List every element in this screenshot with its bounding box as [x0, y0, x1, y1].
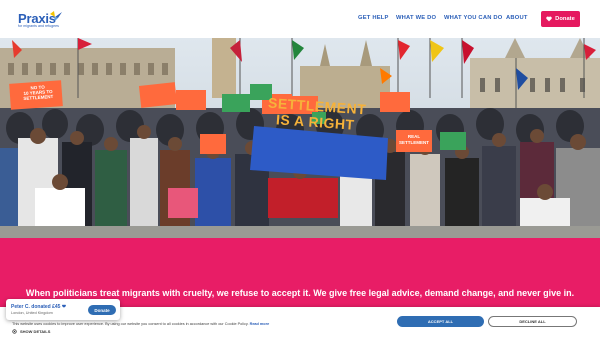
bird-logo-icon	[50, 11, 62, 21]
hero-photo-illustration	[0, 38, 600, 238]
praxis-logo[interactable]: Praxis for migrants and refugees	[18, 10, 62, 28]
cookie-message: This website uses cookies to improve use…	[12, 322, 249, 326]
heart-icon	[546, 16, 552, 22]
nav-about[interactable]: ABOUT	[506, 15, 528, 21]
placard-right-line2: SETTLEMENT	[399, 140, 429, 145]
donation-notification: Peter C. donated £45 ❤ London, United Ki…	[6, 299, 120, 320]
nav-get-help[interactable]: GET HELP	[358, 15, 389, 21]
donation-notification-location: London, United Kingdom	[11, 311, 53, 315]
accept-all-button[interactable]: ACCEPT ALL	[397, 316, 484, 327]
nav-what-we-do[interactable]: WHAT WE DO	[396, 15, 436, 21]
site-header: Praxis for migrants and refugees GET HEL…	[0, 0, 600, 38]
hero-photo: SETTLEMENT IS A RIGHT NO TO 10 YEARS TO …	[0, 38, 600, 238]
cookie-text: This website uses cookies to improve use…	[12, 322, 269, 326]
placard-right: REAL SETTLEMENT	[396, 134, 432, 146]
donation-notification-title: Peter C. donated £45 ❤	[11, 304, 67, 310]
gear-icon	[12, 329, 17, 334]
donate-button[interactable]: Donate	[541, 11, 580, 27]
read-more-link[interactable]: Read more	[250, 322, 270, 326]
show-details-toggle[interactable]: SHOW DETAILS	[12, 329, 50, 334]
show-details-label: SHOW DETAILS	[20, 329, 51, 334]
toast-donate-button[interactable]: Donate	[88, 305, 116, 315]
donate-label: Donate	[555, 16, 575, 22]
nav-what-you-can-do[interactable]: WHAT YOU CAN DO	[444, 15, 503, 21]
logo-tagline: for migrants and refugees	[18, 24, 59, 28]
decline-all-button[interactable]: DECLINE ALL	[488, 316, 577, 327]
